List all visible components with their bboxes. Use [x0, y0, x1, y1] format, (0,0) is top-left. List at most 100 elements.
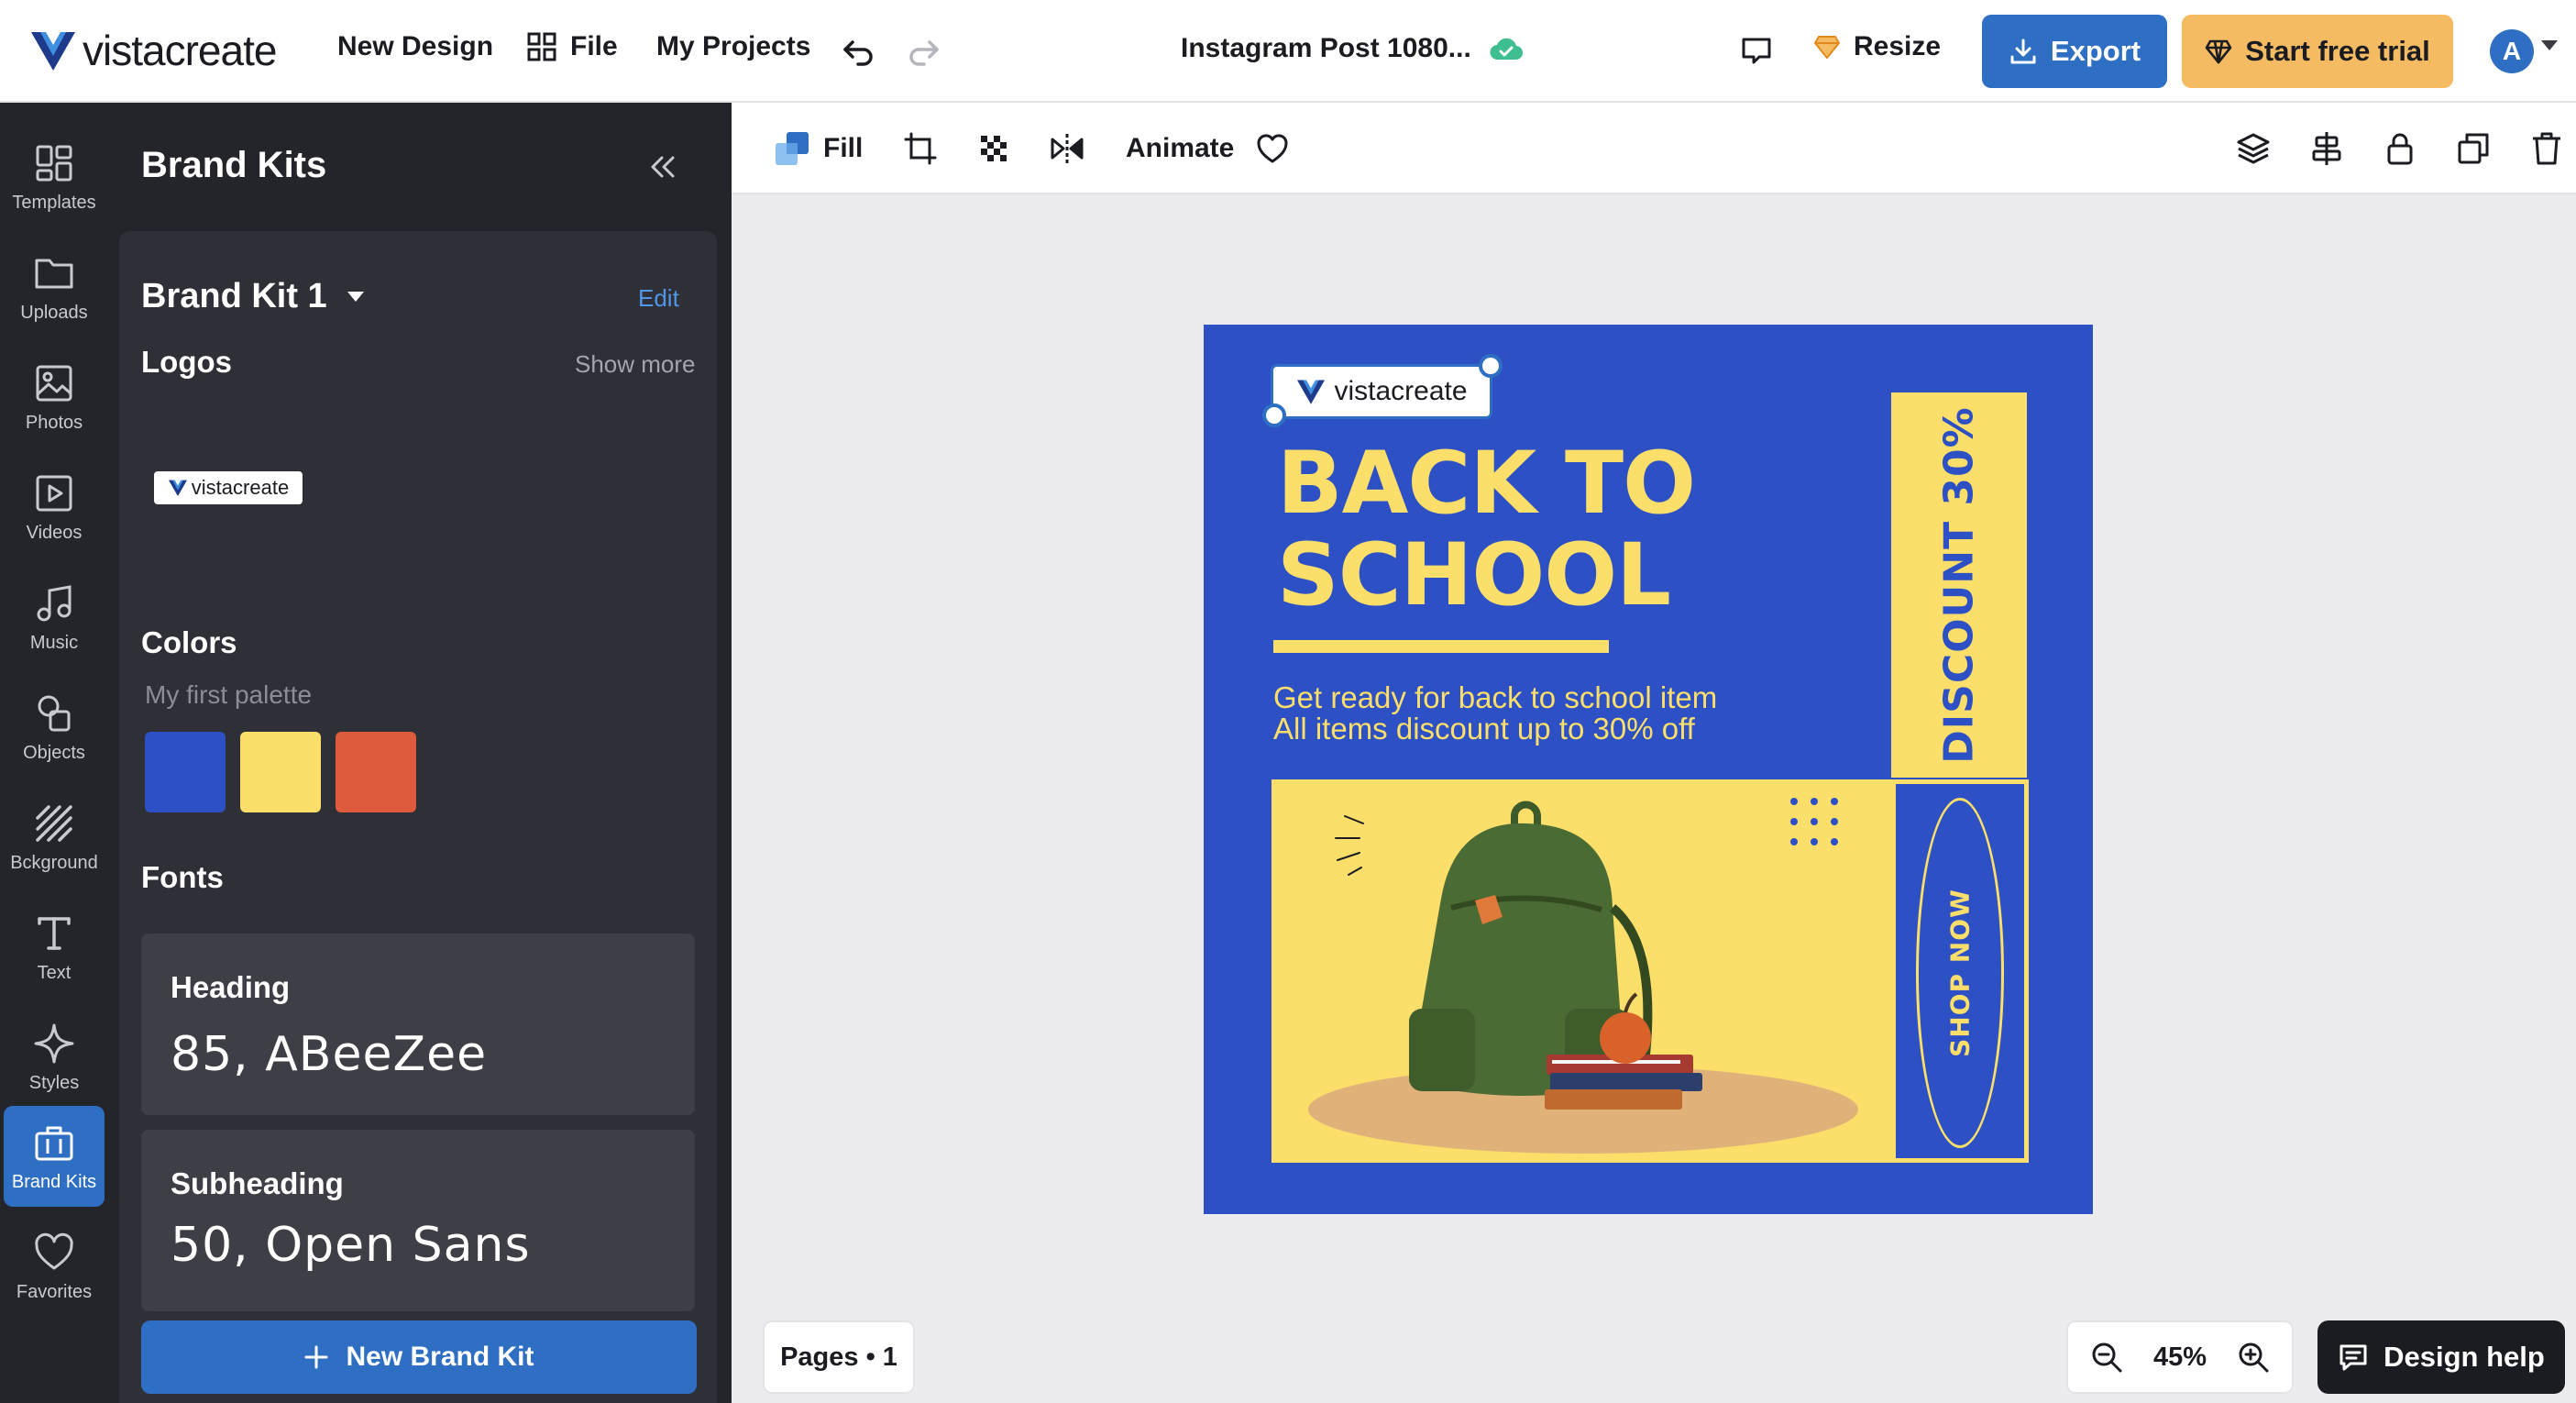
zoom-in-icon[interactable]: [2235, 1339, 2272, 1375]
fill-icon: [776, 132, 809, 165]
pages-button[interactable]: Pages • 1: [763, 1320, 915, 1394]
my-projects-button[interactable]: My Projects: [656, 31, 810, 62]
rail-item-photos[interactable]: Photos: [4, 347, 105, 447]
rail-item-brand-kits[interactable]: Brand Kits: [4, 1106, 105, 1207]
logos-heading: Logos: [141, 345, 232, 379]
chevron-down-icon: [347, 292, 364, 302]
zoom-control: 45%: [2066, 1320, 2294, 1394]
my-projects-label: My Projects: [656, 31, 811, 61]
export-button[interactable]: Export: [1982, 15, 2167, 88]
brand-kit-card: Brand Kit 1 Edit Logos Show more vistacr…: [119, 231, 717, 1403]
undo-icon: [843, 40, 873, 66]
rail-label: Objects: [23, 742, 85, 763]
backpack-image: [1308, 798, 1858, 1154]
canvas-logo-element[interactable]: vistacreate: [1273, 367, 1490, 416]
rail-label: Styles: [28, 1072, 80, 1093]
color-swatch[interactable]: [240, 732, 321, 812]
file-menu-button[interactable]: File: [526, 31, 618, 62]
resize-button[interactable]: Resize: [1813, 31, 1941, 62]
rail-item-music[interactable]: Music: [4, 567, 105, 668]
colors-heading: Colors: [141, 625, 237, 659]
fill-label: Fill: [823, 133, 864, 163]
rail-item-text[interactable]: Text: [4, 897, 105, 998]
present-button[interactable]: [1736, 31, 1777, 72]
background-pattern-icon: [36, 804, 72, 842]
brand-kit-name: Brand Kit 1: [141, 277, 327, 315]
rail-label: Favorites: [16, 1281, 93, 1302]
font-heading-card[interactable]: Heading 85, ABeeZee: [141, 933, 695, 1115]
top-bar: vistacreate New Design File My Projects …: [0, 0, 2576, 103]
animate-button[interactable]: Animate: [1126, 128, 1234, 169]
transparency-button[interactable]: [975, 128, 1012, 169]
flip-button[interactable]: [1049, 128, 1085, 169]
document-title[interactable]: Instagram Post 1080...: [1181, 33, 1523, 64]
rail-item-videos[interactable]: Videos: [4, 457, 105, 558]
align-button[interactable]: [2308, 128, 2345, 169]
vistacreate-logo-icon: [1297, 380, 1326, 404]
subtext-line: Get ready for back to school item: [1273, 680, 1718, 714]
rail-item-uploads[interactable]: Uploads: [4, 237, 105, 337]
rail-item-background[interactable]: Bckground: [4, 787, 105, 888]
music-icon: [37, 584, 72, 621]
crop-icon: [904, 132, 937, 165]
color-swatch[interactable]: [145, 732, 226, 812]
rail-item-templates[interactable]: Templates: [4, 127, 105, 227]
edit-kit-link[interactable]: Edit: [638, 284, 679, 313]
chat-icon: [2339, 1344, 2367, 1371]
duplicate-button[interactable]: [2455, 128, 2492, 169]
start-free-trial-button[interactable]: Start free trial: [2182, 15, 2453, 88]
canvas-headline[interactable]: BACK TO SCHOOL: [1277, 438, 1696, 622]
palette-name: My first palette: [145, 680, 313, 709]
rail-item-objects[interactable]: Objects: [4, 677, 105, 778]
design-help-button[interactable]: Design help: [2317, 1320, 2565, 1394]
left-rail: Templates Uploads Photos Videos Music Ob…: [0, 103, 119, 1403]
favorite-button[interactable]: [1254, 128, 1291, 169]
heart-icon: [35, 1232, 73, 1269]
zoom-out-icon[interactable]: [2088, 1339, 2125, 1375]
diamond-icon: [2205, 39, 2232, 64]
briefcase-icon: [35, 1126, 73, 1160]
avatar[interactable]: A: [2490, 29, 2534, 73]
resize-handle[interactable]: [1479, 354, 1503, 378]
rail-item-styles[interactable]: Styles: [4, 1007, 105, 1108]
layers-button[interactable]: [2235, 128, 2272, 169]
canvas-subtext[interactable]: Get ready for back to school item All it…: [1273, 682, 1717, 745]
duplicate-icon: [2458, 133, 2489, 164]
vistacreate-logo[interactable]: vistacreate: [29, 26, 277, 75]
resize-handle[interactable]: [1262, 403, 1286, 427]
delete-button[interactable]: [2528, 128, 2565, 169]
trash-icon: [2533, 132, 2560, 165]
collapse-panel-icon[interactable]: [644, 149, 680, 185]
backpack-illustration[interactable]: [1271, 779, 1891, 1163]
transparency-icon: [981, 136, 1007, 161]
show-more-link[interactable]: Show more: [575, 350, 696, 379]
rail-label: Music: [29, 632, 79, 653]
crop-button[interactable]: [902, 128, 939, 169]
font-subheading-label: Subheading: [171, 1166, 344, 1200]
heart-icon: [1257, 134, 1288, 163]
redo-button[interactable]: [904, 31, 944, 72]
rail-label: Templates: [12, 192, 96, 213]
new-design-button[interactable]: New Design: [337, 31, 493, 62]
element-toolbar: Fill Animate: [732, 103, 2576, 194]
undo-button[interactable]: [838, 31, 878, 72]
shop-now-text: SHOP NOW: [1944, 889, 1976, 1057]
download-icon: [2010, 39, 2036, 64]
canvas-logo-text: vistacreate: [1334, 376, 1468, 406]
design-canvas[interactable]: vistacreate BACK TO SCHOOL Get ready for…: [1204, 325, 2093, 1214]
new-brand-kit-button[interactable]: New Brand Kit: [141, 1320, 697, 1394]
zoom-level[interactable]: 45%: [2153, 1342, 2207, 1373]
rail-item-favorites[interactable]: Favorites: [4, 1216, 105, 1317]
brand-logo-thumbnail[interactable]: vistacreate: [154, 471, 303, 504]
layers-icon: [2237, 133, 2270, 164]
lock-button[interactable]: [2382, 128, 2418, 169]
sparkle-icon: [34, 1023, 74, 1063]
chevron-down-icon[interactable]: [2541, 40, 2558, 50]
color-swatch[interactable]: [336, 732, 416, 812]
font-subheading-card[interactable]: Subheading 50, Open Sans: [141, 1130, 695, 1311]
diamond-premium-icon: [1814, 36, 1840, 59]
plus-icon: [304, 1345, 328, 1369]
brand-kit-selector[interactable]: Brand Kit 1: [141, 277, 364, 316]
new-design-label: New Design: [337, 31, 494, 61]
fill-button[interactable]: Fill: [774, 128, 863, 169]
